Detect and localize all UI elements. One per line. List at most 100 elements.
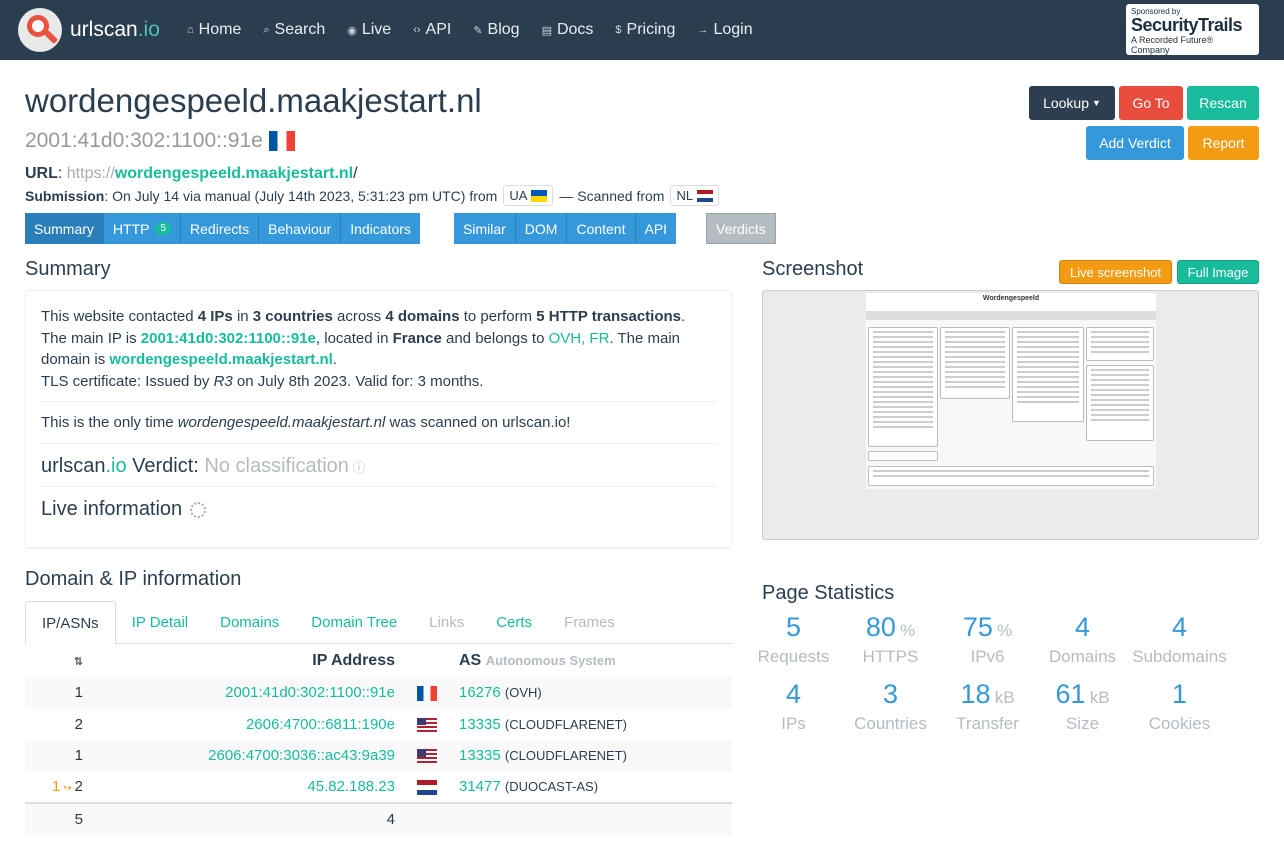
ip-link[interactable]: 2001:41d0:302:1100::91e [225,684,395,701]
divider [41,486,716,487]
search-icon: ⌕ [263,23,270,36]
url-path: / [353,165,358,182]
main-ip-text: 2001:41d0:302:1100::91e [25,129,263,152]
nav-blog[interactable]: ✎ Blog [462,21,530,39]
goto-button[interactable]: Go To [1119,86,1183,120]
ip-link[interactable]: 2606:4700::6811:190e [246,716,395,733]
code-icon: ‹› [413,24,421,36]
tab-content[interactable]: Content [567,213,636,244]
table-row: 1 ↪ 2 45.82.188.23 31477 (DUOCAST-AS) [51,778,599,796]
tab-similar[interactable]: Similar [454,213,516,244]
url-label: URL [25,165,58,182]
domain-ip-heading: Domain & IP information [25,568,242,590]
top-navbar: urlscan.io ⌂ Home ⌕ Search ◉ Live ‹› API ✎ Bl… [0,0,1284,60]
france-flag-icon [268,131,295,151]
nav-menu: ⌂ Home ⌕ Search ◉ Live ‹› API ✎ Blog ▤ Docs $ P… [176,0,764,60]
tab-redirects[interactable]: Redirects [181,213,260,244]
http-count-badge: 5 [155,222,172,235]
summary-text: This website contacted 4 IPs in 3 countr… [41,308,686,390]
usa-flag-icon [417,717,437,732]
live-icon: ◉ [347,24,357,37]
tab-verdicts[interactable]: Verdicts [706,213,776,244]
nav-live[interactable]: ◉ Live [336,21,402,39]
verdict-value: No classification [204,455,349,477]
stat-ipv6: 75 % IPv6 [962,612,1013,666]
nav-docs[interactable]: ▤ Docs [531,21,605,39]
redirect-icon: ↪ [63,783,72,795]
add-verdict-button[interactable]: Add Verdict [1086,126,1184,160]
divider [41,401,716,402]
lookup-dropdown-button[interactable]: Lookup ▼ [1029,86,1115,120]
full-image-button[interactable]: Full Image [1177,260,1259,284]
ip-asn-table: ⇅ IP Address AS Autonomous System 1 2001… [25,644,732,835]
submission-text: : On July 14 via manual (July 14th 2023,… [104,187,498,204]
sponsor-sub: A Recorded Future® Company [1131,35,1214,55]
ip-link[interactable]: 2606:4700:3036::ac43:9a39 [208,747,395,764]
main-domain-link[interactable]: wordengespeeld.maakjestart.nl [109,351,332,368]
scanned-country-pill[interactable]: NL [670,185,720,206]
main-ip-link[interactable]: 2001:41d0:302:1100::91e [141,330,316,347]
tab-domain-tree[interactable]: Domain Tree [295,601,413,644]
tab-ip-asns[interactable]: IP/ASNs [25,601,116,645]
nav-pricing[interactable]: $ Pricing [604,21,686,39]
stat-https: 80 % HTTPS [862,612,919,666]
france-flag-icon [417,685,437,701]
from-country-pill[interactable]: UA [503,185,554,206]
stat-ips: 4 IPs [781,679,806,733]
tab-http[interactable]: HTTP 5 [103,213,182,244]
sort-count-icon[interactable]: ⇅ [25,644,85,677]
loading-spinner-icon [190,501,207,518]
live-screenshot-button[interactable]: Live screenshot [1059,260,1172,284]
tab-behaviour[interactable]: Behaviour [259,213,342,244]
book-icon: ▤ [541,24,552,37]
submission-label: Submission [25,187,105,204]
ip-link[interactable]: 45.82.188.23 [307,778,395,795]
stat-countries: 3 Countries [854,679,927,733]
tab-dom[interactable]: DOM [515,213,568,244]
stat-subdomains: 4 Subdomains [1132,612,1227,666]
tab-summary[interactable]: Summary [25,213,104,244]
asn-link[interactable]: 16276 [459,684,501,701]
tab-certs[interactable]: Certs [480,601,548,644]
domain-ip-tabs: IP/ASNs IP Detail Domains Domain Tree Li… [25,601,732,645]
nav-home[interactable]: ⌂ Home [176,21,252,39]
nav-login[interactable]: → Login [686,21,763,39]
url-line: URL: https://wordengespeeld.maakjestart.… [25,165,358,182]
table-row: 2 2606:4700::6811:190e 13335 (CLOUDFLARE… [74,715,627,733]
blog-icon: ✎ [473,24,483,37]
sponsor-banner[interactable]: Sponsored by SecurityTrails A Recorded F… [1126,4,1259,55]
stat-size: 61 kB Size [1055,679,1110,733]
scanned-from-text: — Scanned from [559,187,665,204]
url-scheme: https:// [66,165,115,182]
usa-flag-icon [417,749,437,764]
asn-link[interactable]: 13335 [459,716,501,733]
divider [41,443,716,444]
table-row: 1 2606:4700:3036::ac43:9a39 13335 (CLOUD… [25,740,732,772]
screenshot-image[interactable]: Wordengespeeld [762,290,1259,540]
report-button[interactable]: Report [1188,126,1259,160]
tab-api[interactable]: API [635,213,677,244]
tab-ip-detail[interactable]: IP Detail [116,601,204,644]
brand-logo-link[interactable]: urlscan.io [18,8,160,52]
url-host-link[interactable]: wordengespeeld.maakjestart.nl [115,165,353,182]
only-time-text: This is the only time wordengespeeld.maa… [41,414,571,431]
sponsor-name: SecurityTrails [1131,15,1243,35]
tab-domains[interactable]: Domains [204,601,295,644]
result-tabs-verdicts: Verdicts [706,213,776,244]
info-icon[interactable]: ⓘ [349,460,366,475]
asn-link[interactable]: 31477 [459,778,501,795]
rescan-button[interactable]: Rescan [1187,86,1259,120]
screenshot-thumbnail: Wordengespeeld [866,293,1156,489]
stat-requests: 5 Requests [757,612,830,666]
asn-link[interactable]: OVH, FR [549,330,610,347]
tab-frames: Frames [564,614,615,631]
ukraine-flag-icon [531,189,548,202]
tab-indicators[interactable]: Indicators [341,213,420,244]
login-icon: → [697,24,709,36]
submission-line: Submission : On July 14 via manual (July… [25,185,725,206]
nav-search[interactable]: ⌕ Search [252,21,336,39]
page-title: wordengespeeld.maakjestart.nl [25,82,482,119]
asn-link[interactable]: 13335 [459,747,501,764]
nav-api[interactable]: ‹› API [402,21,462,39]
stat-transfer: 18 kB Transfer [956,679,1019,733]
